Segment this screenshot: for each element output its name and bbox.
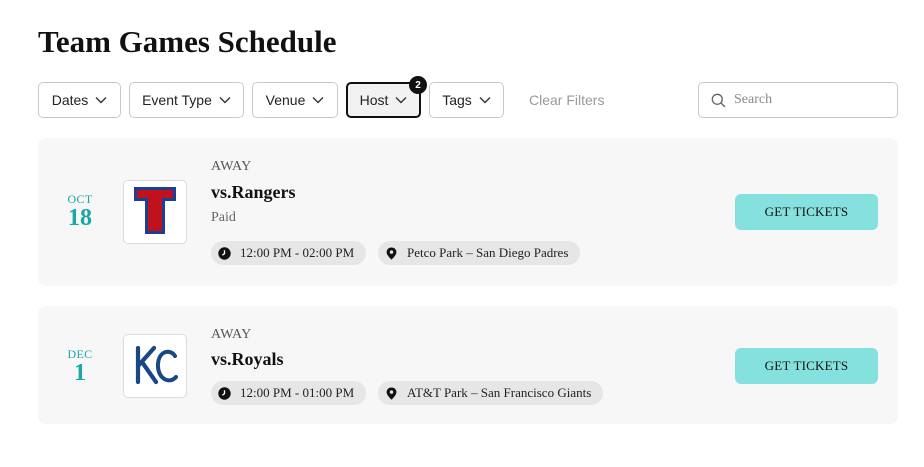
event-card: OCT 18 AWAY vs.Rangers Paid 12:00 PM - 0… [38, 138, 898, 286]
venue-filter-label: Venue [265, 92, 306, 108]
map-pin-icon [386, 247, 397, 260]
dates-filter-button[interactable]: Dates [38, 82, 121, 118]
event-day: 18 [68, 205, 92, 231]
event-date: DEC 1 [38, 347, 122, 386]
chevron-down-icon [395, 97, 407, 104]
get-tickets-button[interactable]: GET TICKETS [735, 348, 878, 384]
team-logo [123, 180, 187, 244]
event-type-filter-button[interactable]: Event Type [129, 82, 244, 118]
host-filter-count-badge: 2 [409, 76, 427, 94]
chevron-down-icon [95, 97, 107, 104]
clock-icon [218, 386, 231, 400]
search-input[interactable] [734, 92, 884, 108]
clear-filters-link[interactable]: Clear Filters [529, 82, 604, 118]
get-tickets-button[interactable]: GET TICKETS [735, 194, 878, 230]
event-location-pill: AT&T Park – San Francisco Giants [378, 381, 604, 405]
page-title: Team Games Schedule [38, 24, 337, 59]
event-time: 12:00 PM - 02:00 PM [240, 245, 355, 260]
team-logo [123, 334, 187, 398]
host-filter-label: Host [359, 92, 389, 108]
venue-filter-button[interactable]: Venue [252, 82, 338, 118]
rangers-logo-icon [134, 187, 176, 234]
event-kind: AWAY [211, 327, 252, 342]
event-location: Petco Park – San Diego Padres [407, 245, 569, 260]
event-time-pill: 12:00 PM - 01:00 PM [211, 381, 367, 405]
event-time-pill: 12:00 PM - 02:00 PM [211, 241, 367, 265]
search-icon [711, 93, 726, 107]
map-pin-icon [386, 387, 397, 400]
chevron-down-icon [219, 97, 231, 104]
tags-filter-label: Tags [442, 92, 472, 108]
event-type-filter-label: Event Type [142, 92, 212, 108]
event-time: 12:00 PM - 01:00 PM [240, 385, 355, 400]
tags-filter-button[interactable]: Tags [429, 82, 504, 118]
event-location: AT&T Park – San Francisco Giants [407, 385, 592, 400]
royals-logo-icon [135, 345, 178, 385]
dates-filter-label: Dates [51, 92, 89, 108]
filter-bar: Dates Event Type Venue Host 2 Tags Clear… [38, 76, 898, 118]
event-opponent[interactable]: vs.Rangers [211, 182, 296, 203]
event-kind: AWAY [211, 159, 252, 174]
event-day: 1 [74, 360, 86, 386]
event-date: OCT 18 [38, 192, 122, 231]
event-price: Paid [211, 210, 236, 225]
chevron-down-icon [312, 97, 324, 104]
chevron-down-icon [479, 97, 491, 104]
search-box[interactable] [698, 82, 898, 118]
event-opponent[interactable]: vs.Royals [211, 349, 284, 370]
host-filter-button[interactable]: Host 2 [346, 76, 427, 118]
event-card: DEC 1 AWAY vs.Royals 12:00 PM - 01:00 PM… [38, 306, 898, 424]
event-location-pill: Petco Park – San Diego Padres [378, 241, 581, 265]
clock-icon [218, 246, 231, 260]
